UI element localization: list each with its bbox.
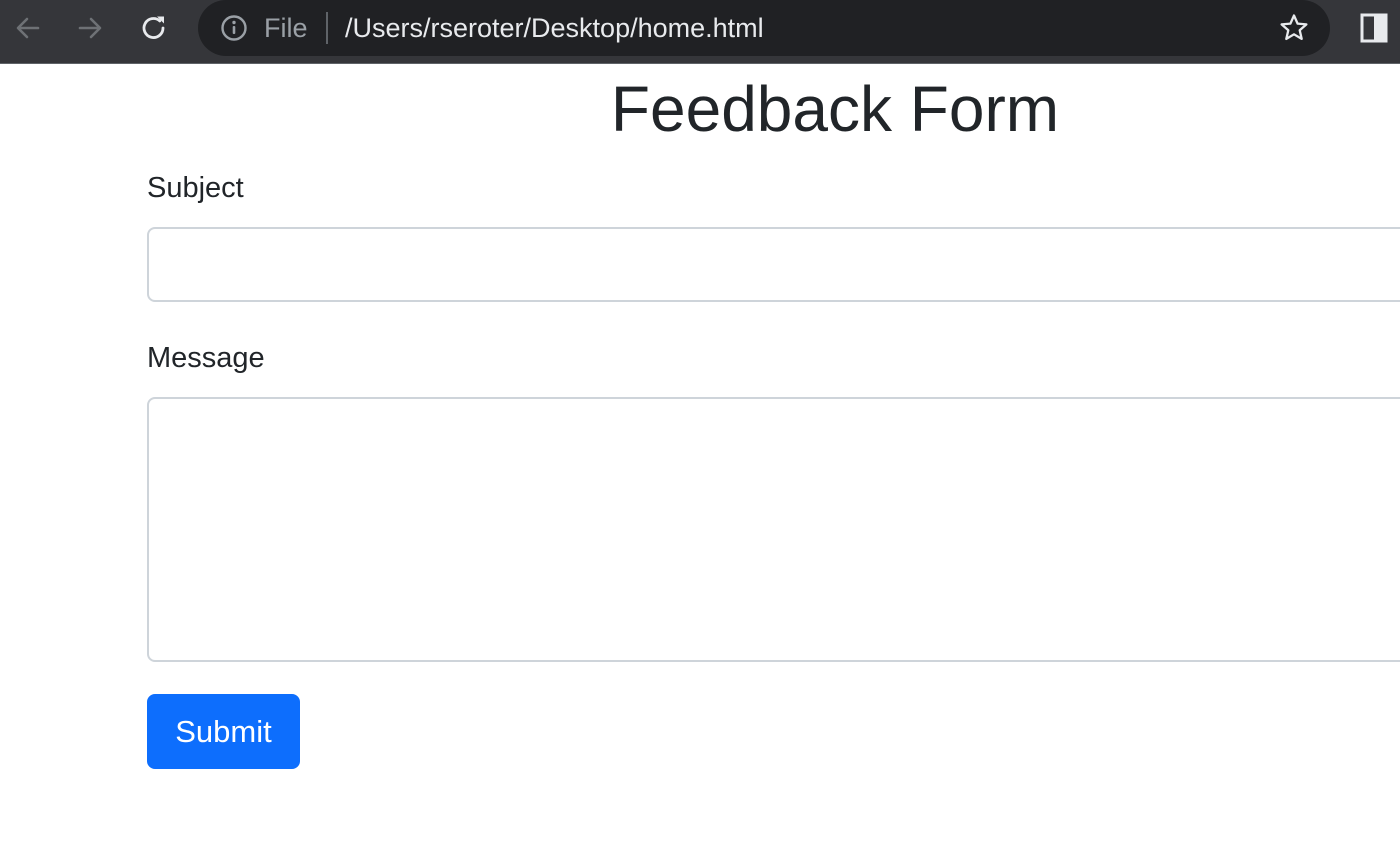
forward-button[interactable] [70, 8, 110, 48]
message-textarea[interactable] [147, 397, 1400, 662]
address-bar[interactable]: File /Users/rseroter/Desktop/home.html [198, 0, 1330, 56]
url-text[interactable]: /Users/rseroter/Desktop/home.html [345, 12, 764, 44]
star-icon[interactable] [1278, 12, 1310, 44]
browser-toolbar: File /Users/rseroter/Desktop/home.html [0, 0, 1400, 64]
info-icon[interactable] [220, 14, 248, 42]
side-panel-icon[interactable] [1356, 12, 1390, 44]
url-scheme-label: File [264, 13, 308, 43]
omnibox-divider [326, 12, 328, 44]
forward-arrow-icon [78, 17, 102, 39]
submit-button[interactable]: Submit [147, 694, 300, 769]
subject-label: Subject [147, 172, 244, 204]
page-title: Feedback Form [610, 73, 1060, 145]
subject-input[interactable] [147, 227, 1400, 302]
reload-button[interactable] [134, 8, 174, 48]
back-button[interactable] [8, 8, 48, 48]
back-arrow-icon [16, 17, 40, 39]
message-label: Message [147, 342, 265, 374]
reload-icon [142, 16, 165, 39]
